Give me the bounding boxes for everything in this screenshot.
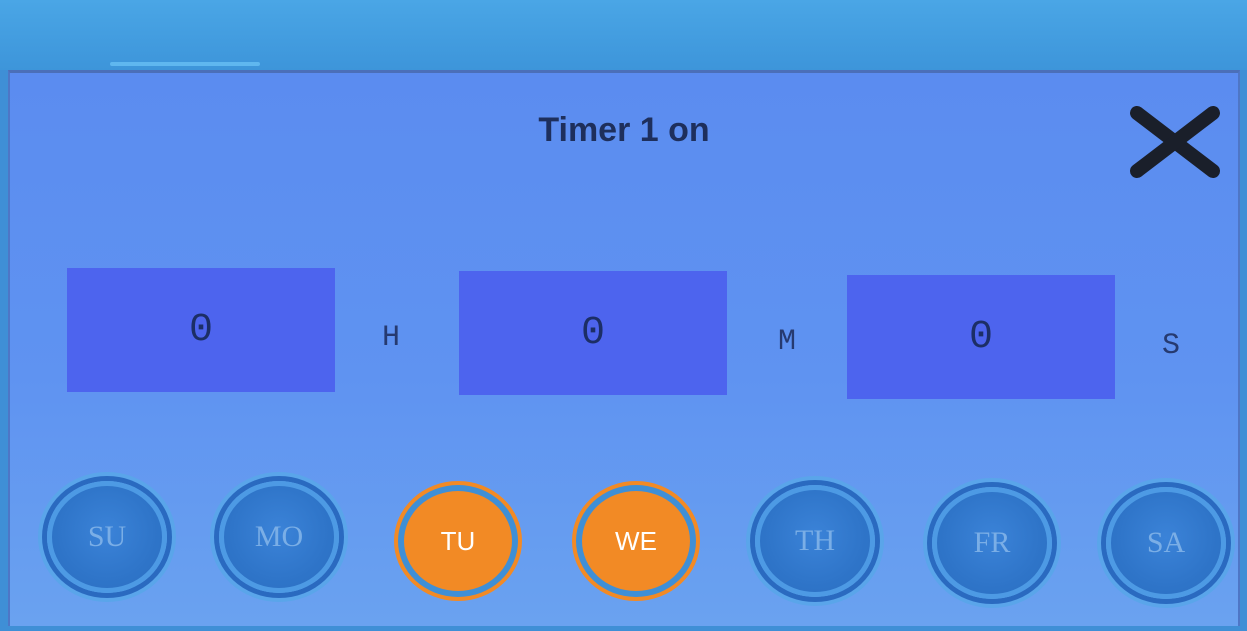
day-toggle-wednesday[interactable]: WE (576, 485, 696, 597)
minutes-value: 0 (580, 310, 605, 356)
day-label: SU (87, 520, 127, 553)
hours-input[interactable]: 0 (67, 268, 335, 392)
day-toggle-saturday[interactable]: SA (1106, 487, 1226, 599)
day-toggle-sunday[interactable]: SU (47, 481, 167, 593)
day-label: WE (615, 525, 657, 556)
dialog-title: Timer 1 on (538, 111, 710, 149)
seconds-input[interactable]: 0 (847, 275, 1115, 399)
close-icon (1130, 106, 1220, 178)
day-label: FR (973, 526, 1011, 559)
close-button[interactable] (1125, 101, 1225, 181)
day-toggle-thursday[interactable]: TH (755, 485, 875, 597)
day-toggle-monday[interactable]: MO (219, 481, 339, 593)
minutes-input[interactable]: 0 (459, 271, 727, 395)
seconds-unit-label: S (1162, 329, 1181, 363)
day-toggle-friday[interactable]: FR (932, 487, 1052, 599)
day-label: TU (440, 525, 476, 556)
day-toggle-tuesday[interactable]: TU (398, 485, 518, 597)
seconds-value: 0 (968, 314, 993, 360)
top-bar (0, 0, 1247, 70)
hours-unit-label: H (382, 321, 401, 355)
timer-dialog: Timer 1 on 0 H 0 M 0 S SU MO TU WE TH FR… (8, 70, 1240, 626)
hours-value: 0 (188, 307, 213, 353)
tab-indicator (110, 62, 260, 66)
day-label: MO (254, 520, 304, 553)
day-label: TH (795, 524, 835, 557)
minutes-unit-label: M (778, 325, 797, 359)
day-label: SA (1146, 526, 1186, 559)
